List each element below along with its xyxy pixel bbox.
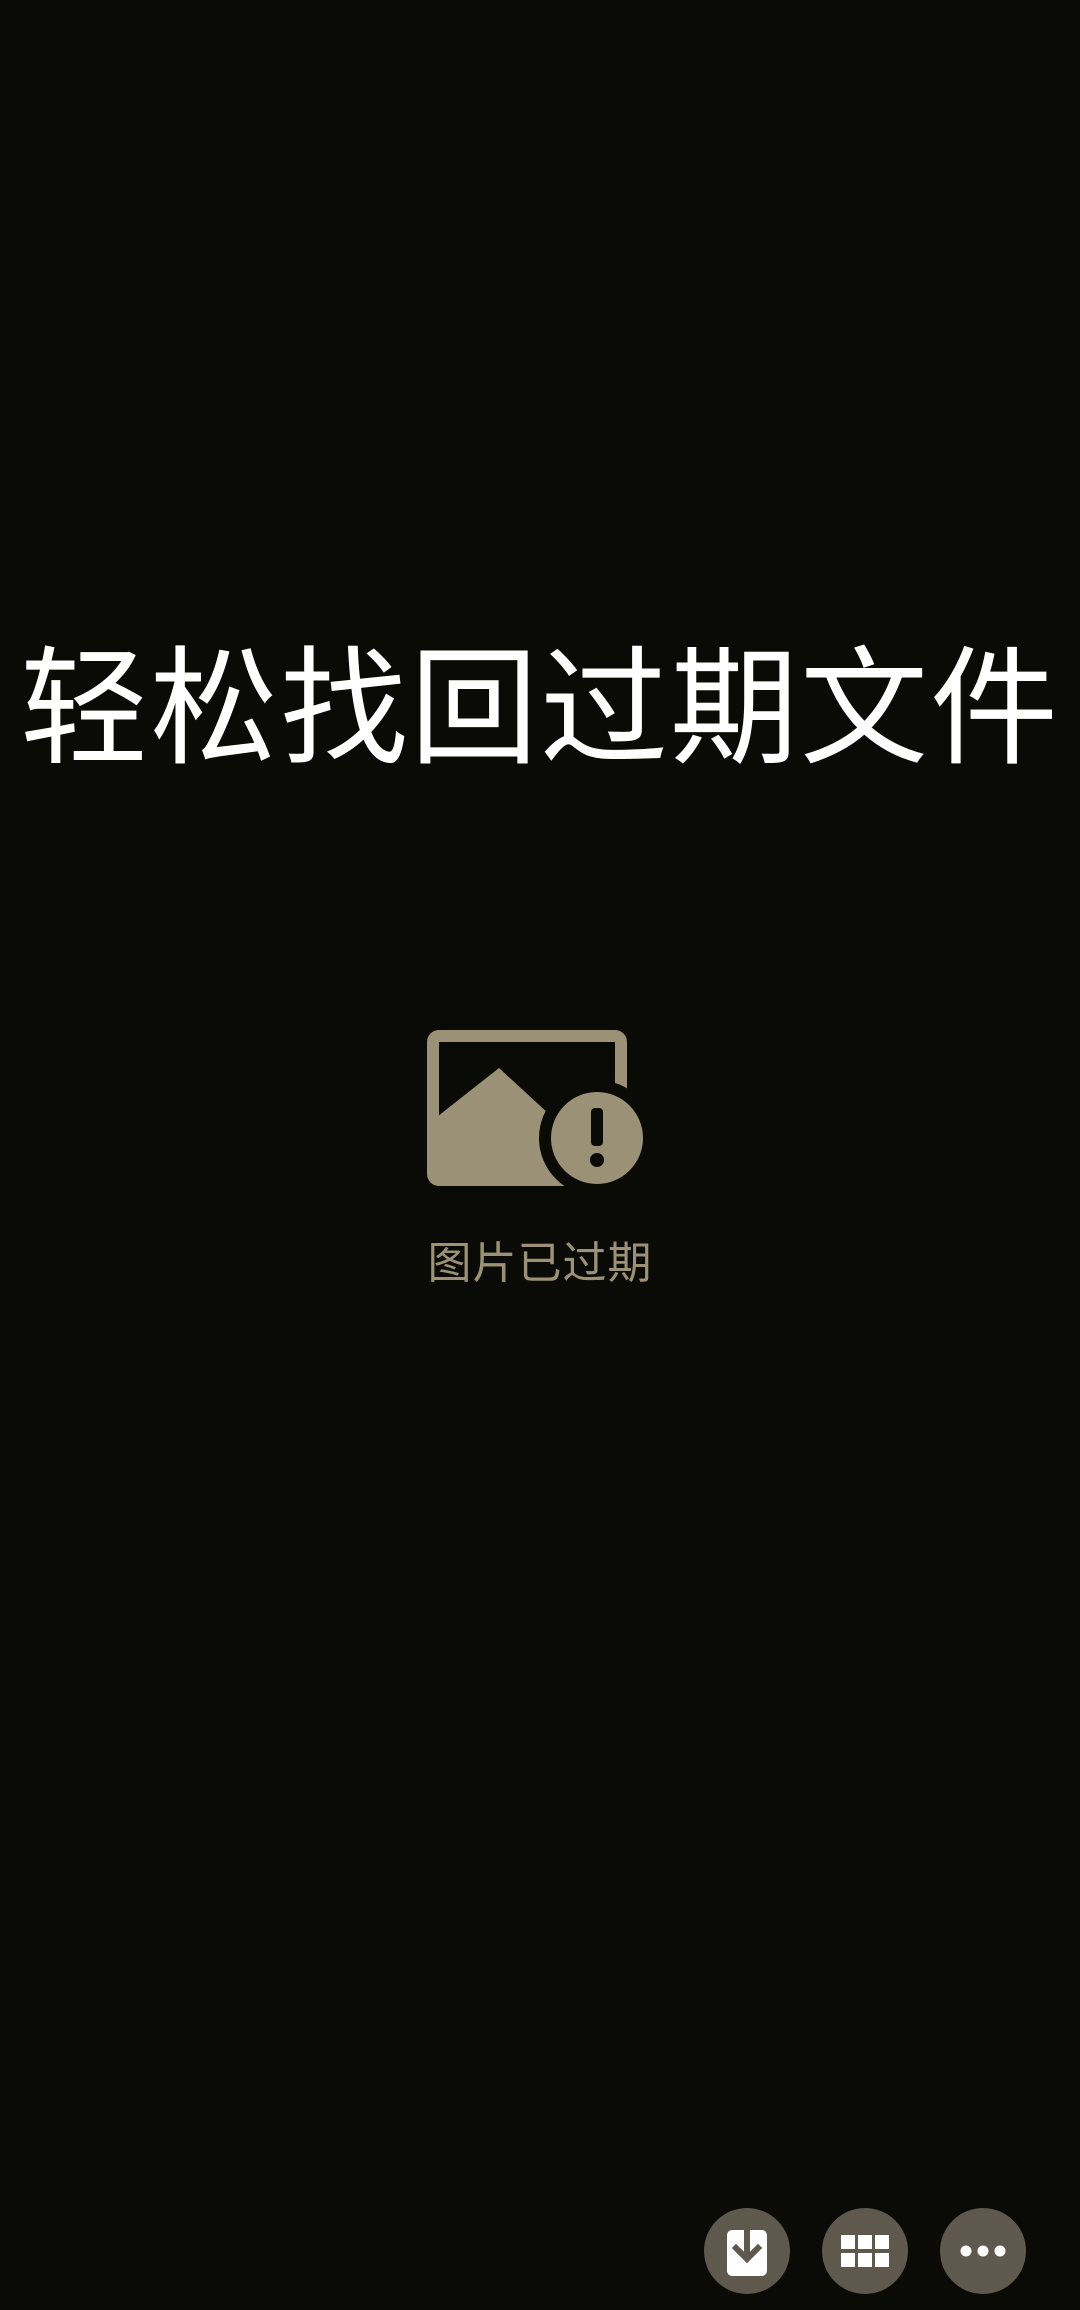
expired-label: 图片已过期 xyxy=(427,1238,653,1289)
bottom-toolbar xyxy=(704,2208,1026,2294)
download-icon xyxy=(725,2226,769,2276)
grid-view-button[interactable] xyxy=(822,2208,908,2294)
headline-text: 轻松找回过期文件 xyxy=(19,635,1060,784)
more-button[interactable] xyxy=(940,2208,1026,2294)
download-button[interactable] xyxy=(704,2208,790,2294)
grid-icon xyxy=(841,2235,889,2267)
expired-placeholder: 图片已过期 xyxy=(0,1030,1080,1294)
more-icon xyxy=(960,2245,1006,2257)
image-expired-icon xyxy=(427,1030,653,1194)
